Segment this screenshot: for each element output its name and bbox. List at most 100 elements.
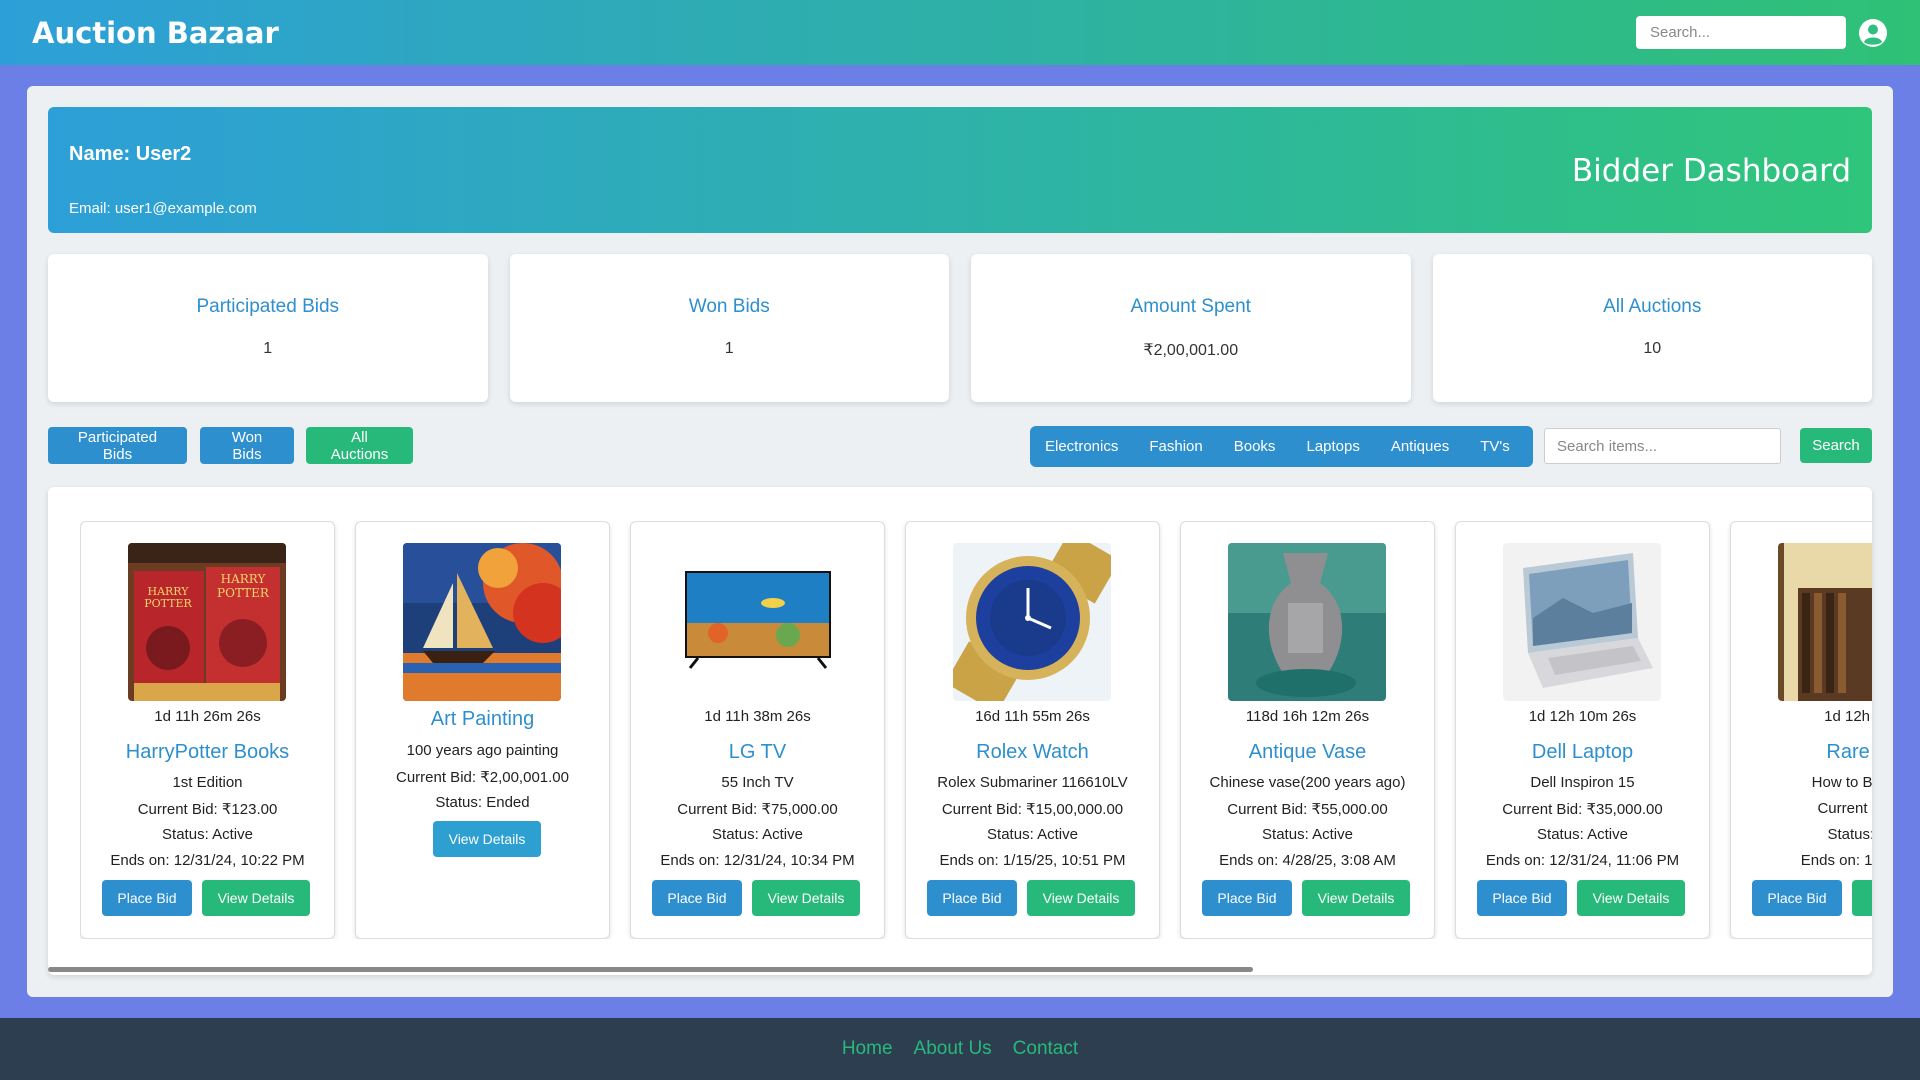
stat-value: 10 xyxy=(1643,340,1662,357)
item-image-books: HARRY POTTER HARRY POTTER xyxy=(128,543,286,701)
stat-value: ₹2,00,001.00 xyxy=(1143,342,1239,359)
footer-link-about[interactable]: About Us xyxy=(914,1038,992,1060)
current-bid: Current Bid: xyxy=(1817,800,1872,817)
item-image-tv xyxy=(678,543,836,701)
footer: Home About Us Contact xyxy=(0,1018,1920,1080)
category-laptops[interactable]: Laptops xyxy=(1306,438,1359,455)
view-details-button[interactable]: View Details xyxy=(752,880,860,916)
navbar-search-input[interactable] xyxy=(1636,16,1846,49)
current-bid: Current Bid: ₹15,00,000.00 xyxy=(941,801,1124,818)
view-details-button[interactable]: View Details xyxy=(433,821,541,857)
item-image-watch xyxy=(953,543,1111,701)
place-bid-button[interactable]: Place Bid xyxy=(652,880,742,916)
item-name: LG TV xyxy=(728,741,787,763)
auction-card: 1d 12h 10m 26s Dell Laptop Dell Inspiron… xyxy=(1455,521,1710,939)
item-image-laptop xyxy=(1503,543,1661,701)
auction-status: Status: Ended xyxy=(435,794,530,811)
auction-card: 1d 12h 13 Rare B How to Buy R Current Bi… xyxy=(1730,521,1872,939)
item-description: Rolex Submariner 116610LV xyxy=(937,774,1128,791)
top-navbar: Auction Bazaar xyxy=(0,0,1920,65)
current-bid: Current Bid: ₹123.00 xyxy=(137,801,278,818)
end-date: Ends on: 4/28/25, 3:08 AM xyxy=(1219,852,1396,869)
item-image-rare-book xyxy=(1778,543,1872,701)
stat-card-won: Won Bids 1 xyxy=(509,254,949,402)
stats-row: Participated Bids 1 Won Bids 1 Amount Sp… xyxy=(48,254,1872,402)
search-button[interactable]: Search xyxy=(1800,428,1872,463)
auction-card: Art Painting 100 years ago painting Curr… xyxy=(355,521,610,939)
footer-link-contact[interactable]: Contact xyxy=(1013,1038,1078,1060)
brand-logo[interactable]: Auction Bazaar xyxy=(32,16,279,50)
end-date: Ends on: 1/15/25, 10:51 PM xyxy=(939,852,1126,869)
auction-listing: HARRY POTTER HARRY POTTER 1d 11h 26m 26s… xyxy=(48,487,1872,975)
place-bid-button[interactable]: Place Bid xyxy=(1752,880,1842,916)
auction-status: Status: Active xyxy=(1537,826,1628,843)
tab-won-bids[interactable]: Won Bids xyxy=(200,427,294,464)
stat-value: 1 xyxy=(724,340,734,357)
category-electronics[interactable]: Electronics xyxy=(1045,438,1118,455)
tab-participated-bids[interactable]: Participated Bids xyxy=(48,427,187,464)
svg-text:HARRY: HARRY xyxy=(221,572,267,586)
item-description: 100 years ago painting xyxy=(406,742,559,759)
time-remaining: 1d 12h 13 xyxy=(1824,708,1872,725)
tab-all-auctions[interactable]: All Auctions xyxy=(306,427,413,464)
svg-text:POTTER: POTTER xyxy=(144,597,192,610)
stat-value: 1 xyxy=(263,340,273,357)
user-circle-icon[interactable] xyxy=(1858,18,1888,48)
item-name: Art Painting xyxy=(430,708,535,730)
item-description: 1st Edition xyxy=(172,774,243,791)
current-bid: Current Bid: ₹2,00,001.00 xyxy=(396,769,569,786)
footer-link-home[interactable]: Home xyxy=(842,1038,893,1060)
profile-banner: Name: User2 Email: user1@example.com Bid… xyxy=(48,107,1872,233)
category-tvs[interactable]: TV's xyxy=(1480,438,1510,455)
category-bar: Electronics Fashion Books Laptops Antiqu… xyxy=(1030,426,1533,467)
auction-status: Status: Active xyxy=(712,826,803,843)
navbar-right xyxy=(1636,16,1888,49)
item-description: How to Buy R xyxy=(1811,774,1872,791)
view-details-button[interactable]: View Details xyxy=(1577,880,1685,916)
auction-status: Status: Active xyxy=(1262,826,1353,843)
stat-title: Amount Spent xyxy=(1130,296,1251,317)
auction-status: Status: Active xyxy=(162,826,253,843)
time-remaining: 118d 16h 12m 26s xyxy=(1245,708,1370,725)
time-remaining: 1d 11h 26m 26s xyxy=(154,708,261,725)
end-date: Ends on: 12/31/24, 11:06 PM xyxy=(1485,852,1680,869)
svg-text:POTTER: POTTER xyxy=(217,586,270,600)
place-bid-button[interactable]: Place Bid xyxy=(1202,880,1292,916)
auction-status: Status: Active xyxy=(987,826,1078,843)
category-books[interactable]: Books xyxy=(1234,438,1276,455)
item-name: Rolex Watch xyxy=(976,741,1089,763)
end-date: Ends on: 12/31/24, 10:22 PM xyxy=(110,852,305,869)
place-bid-button[interactable]: Place Bid xyxy=(102,880,192,916)
stat-title: Won Bids xyxy=(688,296,770,317)
auction-card: 1d 11h 38m 26s LG TV 55 Inch TV Current … xyxy=(630,521,885,939)
stat-card-all-auctions: All Auctions 10 xyxy=(1432,254,1872,402)
place-bid-button[interactable]: Place Bid xyxy=(927,880,1017,916)
item-description: 55 Inch TV xyxy=(721,774,794,791)
view-details-button[interactable]: View Details xyxy=(1027,880,1135,916)
time-remaining: 16d 11h 55m 26s xyxy=(975,708,1090,725)
auction-card: 118d 16h 12m 26s Antique Vase Chinese va… xyxy=(1180,521,1435,939)
filter-controls: Participated Bids Won Bids All Auctions … xyxy=(48,426,1872,467)
category-fashion[interactable]: Fashion xyxy=(1149,438,1202,455)
view-details-button[interactable] xyxy=(1852,880,1872,916)
view-details-button[interactable]: View Details xyxy=(202,880,310,916)
item-name: Antique Vase xyxy=(1248,741,1367,763)
category-antiques[interactable]: Antiques xyxy=(1391,438,1449,455)
current-bid: Current Bid: ₹35,000.00 xyxy=(1502,801,1663,818)
view-details-button[interactable]: View Details xyxy=(1302,880,1410,916)
items-search-input[interactable] xyxy=(1544,428,1781,464)
stat-card-participated: Participated Bids 1 xyxy=(48,254,488,402)
time-remaining: 1d 11h 38m 26s xyxy=(704,708,811,725)
item-name: Rare B xyxy=(1826,741,1872,763)
place-bid-button[interactable]: Place Bid xyxy=(1477,880,1567,916)
horizontal-scrollbar[interactable] xyxy=(48,967,1253,972)
stat-title: Participated Bids xyxy=(196,296,340,317)
current-bid: Current Bid: ₹55,000.00 xyxy=(1227,801,1388,818)
auction-card: HARRY POTTER HARRY POTTER 1d 11h 26m 26s… xyxy=(80,521,335,939)
profile-name: Name: User2 xyxy=(69,143,192,165)
dashboard-panel: Name: User2 Email: user1@example.com Bid… xyxy=(27,86,1893,997)
item-image-vase xyxy=(1228,543,1386,701)
end-date: Ends on: 12/31/2 xyxy=(1800,852,1872,869)
item-description: Dell Inspiron 15 xyxy=(1530,774,1635,791)
profile-email: Email: user1@example.com xyxy=(69,200,257,217)
